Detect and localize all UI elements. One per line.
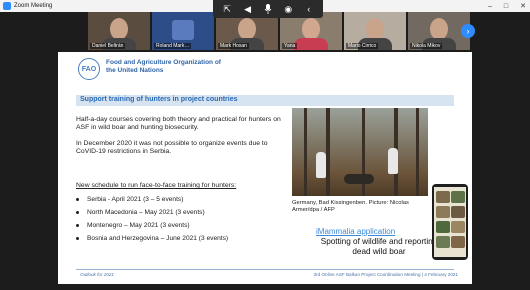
participant-video (366, 18, 384, 40)
fao-logo-text: FAO (81, 65, 97, 73)
window-title: Zoom Meeting (14, 3, 53, 9)
participant-tile[interactable]: Daniel Beltrán (88, 12, 150, 50)
participant-tile[interactable]: Mario Cirrico (344, 12, 406, 50)
participant-name: Mario Cirrico (346, 43, 379, 49)
footer-divider (76, 269, 454, 270)
schedule-list: Serbia - April 2021 (3 – 5 events) North… (76, 193, 306, 245)
org-name: Food and Agriculture Organization of the… (106, 59, 221, 74)
zoom-window: Zoom Meeting – □ ✕ ⇱ ◀ ◉ ‹ Daniel Beltrá… (0, 0, 530, 290)
window-controls: – □ ✕ (488, 0, 526, 12)
footer-right: 3rd Online ASF Balkan Project Coordinati… (313, 272, 458, 277)
participant-name: Yana (282, 43, 298, 49)
footer-left: Outlook for 2021 (80, 272, 114, 277)
paragraph-courses: Half-a-day courses covering both theory … (76, 116, 281, 132)
list-item: Serbia - April 2021 (3 – 5 events) (76, 193, 306, 206)
close-button[interactable]: ✕ (520, 2, 526, 10)
meeting-toolbar: ⇱ ◀ ◉ ‹ (213, 0, 323, 18)
imammalia-link[interactable]: iMammalia application (316, 227, 395, 236)
participant-name: Nikola Mikov (410, 43, 443, 49)
app-description: Spotting of wildlife and reporting dead … (320, 237, 438, 256)
next-participants-button[interactable]: › (461, 24, 475, 38)
maximize-button[interactable]: □ (504, 3, 508, 10)
volume-icon[interactable]: ◀ (241, 2, 255, 16)
participant-video (238, 18, 256, 40)
list-item: North Macedonia – May 2021 (3 events) (76, 206, 306, 219)
participant-name: Roland Mark… (154, 43, 192, 49)
photo-caption: Germany, Bad Kissingenben. Picture: Nico… (292, 200, 409, 213)
paragraph-restrictions: In December 2020 it was not possible to … (76, 140, 268, 156)
phone-screenshot (432, 184, 468, 260)
shared-slide: FAO Food and Agriculture Organization of… (58, 52, 472, 284)
participant-video (430, 18, 448, 40)
list-item: Montenegro – May 2021 (3 events) (76, 219, 306, 232)
participant-tile[interactable]: Roland Mark… (152, 12, 214, 50)
minimize-button[interactable]: – (488, 3, 492, 10)
bullet-icon (76, 237, 79, 240)
bullet-icon (76, 224, 79, 227)
participant-strip: Daniel Beltrán Roland Mark… Mark Hosan Y… (88, 12, 478, 52)
schedule-title: New schedule to run face-to-face trainin… (76, 182, 237, 189)
share-screen-icon[interactable]: ⇱ (220, 2, 234, 16)
hunters-photo (292, 108, 428, 196)
participant-video (302, 18, 320, 40)
collapse-icon[interactable]: ‹ (302, 2, 316, 16)
bullet-icon (76, 211, 79, 214)
participant-name: Daniel Beltrán (90, 43, 126, 49)
zoom-app-icon (3, 2, 11, 10)
participant-name: Mark Hosan (218, 43, 249, 49)
bullet-icon (76, 198, 79, 201)
slide-subtitle: Support training of hunters in project c… (80, 96, 238, 103)
fao-logo-icon: FAO (78, 58, 100, 80)
microphone-icon[interactable] (261, 2, 275, 16)
participant-video (172, 20, 194, 40)
participant-video (110, 18, 128, 40)
list-item: Bosnia and Herzegovina – June 2021 (3 ev… (76, 232, 306, 245)
record-icon[interactable]: ◉ (281, 2, 295, 16)
